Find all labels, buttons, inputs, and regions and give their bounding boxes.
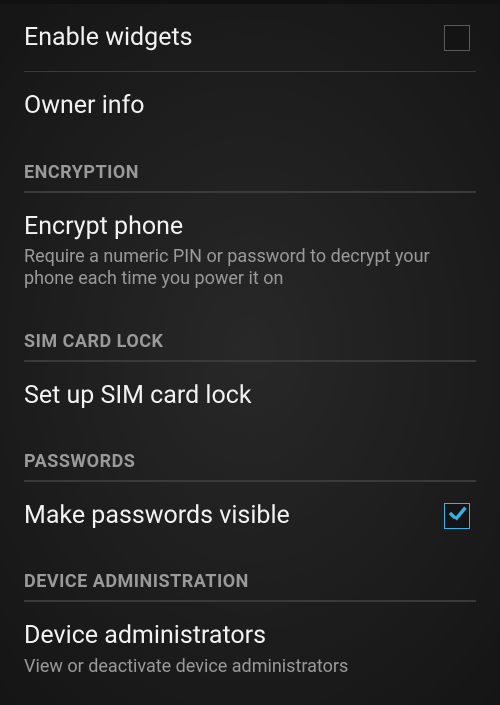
- section-header-sim: SIM CARD LOCK: [0, 309, 500, 360]
- row-encrypt-phone[interactable]: Encrypt phone Require a numeric PIN or p…: [0, 193, 500, 309]
- row-owner-info[interactable]: Owner info: [0, 72, 500, 139]
- settings-screen: Enable widgets Owner info ENCRYPTION Enc…: [0, 0, 500, 705]
- passwords-visible-label: Make passwords visible: [24, 500, 476, 531]
- row-passwords-visible[interactable]: Make passwords visible: [0, 482, 500, 549]
- device-admins-label: Device administrators: [24, 620, 476, 651]
- encrypt-phone-sub: Require a numeric PIN or password to dec…: [24, 246, 476, 291]
- row-sim-lock[interactable]: Set up SIM card lock: [0, 362, 500, 429]
- device-admins-sub: View or deactivate device administrators: [24, 656, 476, 679]
- owner-info-label: Owner info: [24, 90, 476, 121]
- section-header-device-admin: DEVICE ADMINISTRATION: [0, 549, 500, 600]
- sim-lock-label: Set up SIM card lock: [24, 380, 476, 411]
- encrypt-phone-label: Encrypt phone: [24, 211, 476, 242]
- settings-list: Enable widgets Owner info ENCRYPTION Enc…: [0, 4, 500, 686]
- row-device-admins[interactable]: Device administrators View or deactivate…: [0, 602, 500, 686]
- enable-widgets-label: Enable widgets: [24, 22, 476, 53]
- section-header-passwords: PASSWORDS: [0, 429, 500, 480]
- enable-widgets-checkbox[interactable]: [444, 25, 470, 51]
- passwords-visible-checkbox[interactable]: [444, 503, 470, 529]
- section-header-encryption: ENCRYPTION: [0, 140, 500, 191]
- row-enable-widgets[interactable]: Enable widgets: [0, 4, 500, 71]
